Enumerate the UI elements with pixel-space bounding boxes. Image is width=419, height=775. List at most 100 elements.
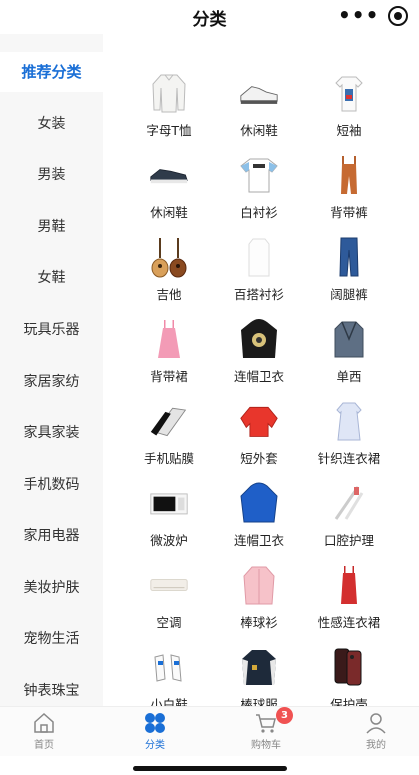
sidebar-item-mens-shoes[interactable]: 男鞋	[0, 207, 103, 247]
grid-item-label: 休闲鞋	[150, 205, 188, 220]
varsity-jacket-icon	[239, 644, 279, 690]
category-grid: 字母T恤 休闲鞋 短袖 休闲鞋 白衬衫 背带裤 吉他 百搭衬衫 阔腿裤 背带裙 …	[103, 34, 419, 706]
grid-item-label: 字母T恤	[146, 123, 192, 138]
sidebar-item-watches-jewelry[interactable]: 钟表珠宝	[0, 671, 103, 706]
tab-category[interactable]: 分类	[103, 707, 207, 757]
tab-mine-label: 我的	[366, 740, 386, 751]
grid-item[interactable]: 口腔护理	[297, 480, 401, 562]
sidebar-item-womens-clothing[interactable]: 女装	[0, 104, 103, 144]
grid-item-label: 连帽卫衣	[233, 369, 284, 384]
sidebar-item-home-textiles[interactable]: 家居家纺	[0, 362, 103, 402]
white-tshirt-icon	[239, 152, 279, 198]
tab-cart[interactable]: 3 购物车	[214, 707, 318, 757]
grid-item[interactable]: 针织连衣裙	[297, 398, 401, 480]
tab-home-label: 首页	[34, 740, 54, 751]
cart-badge: 3	[276, 707, 293, 724]
grid-item[interactable]: 空调	[117, 562, 221, 644]
grid-item-label: 吉他	[156, 287, 182, 302]
grid-item-label: 空调	[156, 615, 182, 630]
grid-item-label: 性感连衣裙	[317, 615, 381, 630]
white-blouse-icon	[239, 234, 279, 280]
white-sneaker-icon	[239, 70, 279, 116]
grid-item[interactable]: 白衬衫	[207, 152, 311, 234]
grid-item[interactable]: 棒球服	[207, 644, 311, 706]
sidebar-item-toys[interactable]: 玩具乐器	[0, 310, 103, 350]
red-dress-icon	[329, 562, 369, 608]
microwave-icon	[149, 480, 189, 526]
knit-dress-icon	[329, 398, 369, 444]
grid-item[interactable]: 手机贴膜	[117, 398, 221, 480]
grid-item[interactable]: 短外套	[207, 398, 311, 480]
sidebar-item-furniture[interactable]: 家具家装	[0, 413, 103, 453]
grid-item-label: 短外套	[240, 451, 278, 466]
grid-item-label: 短袖	[336, 123, 362, 138]
phone-case-icon	[329, 644, 369, 690]
grid-item[interactable]: 休闲鞋	[117, 152, 221, 234]
grid-item-label: 保护壳	[330, 697, 368, 706]
air-conditioner-icon	[149, 562, 189, 608]
blazer-icon	[329, 316, 369, 362]
pink-dress-icon	[149, 316, 189, 362]
sidebar-item-recommended[interactable]: 推荐分类	[0, 52, 103, 92]
dark-loafer-icon	[149, 152, 189, 198]
grid-item-label: 棒球衫	[240, 615, 278, 630]
sidebar-item-digital[interactable]: 手机数码	[0, 465, 103, 505]
grid-item[interactable]: 性感连衣裙	[297, 562, 401, 644]
grid-item[interactable]: 连帽卫衣	[207, 480, 311, 562]
jeans-icon	[329, 234, 369, 280]
home-indicator	[133, 766, 287, 771]
white-shoes-icon	[149, 644, 189, 690]
grid-item[interactable]: 休闲鞋	[207, 70, 311, 152]
grid-item[interactable]: 棒球衫	[207, 562, 311, 644]
grid-item[interactable]: 保护壳	[297, 644, 401, 706]
category-icon	[143, 711, 167, 735]
grid-item-label: 白衬衫	[240, 205, 278, 220]
grid-item[interactable]: 字母T恤	[117, 70, 221, 152]
bottom-tab-bar: 首页 分类 3 购物车 我的	[0, 706, 419, 756]
red-jacket-icon	[239, 398, 279, 444]
grid-item-label: 背带裤	[330, 205, 368, 220]
category-sidebar: 推荐分类 女装 男装 男鞋 女鞋 玩具乐器 家居家纺 家具家装 手机数码 家用电…	[0, 34, 103, 706]
grid-item-label: 棒球服	[240, 697, 278, 706]
overalls-icon	[329, 152, 369, 198]
grid-item[interactable]: 背带裤	[297, 152, 401, 234]
grid-item-label: 背带裙	[150, 369, 188, 384]
grid-item[interactable]: 单西	[297, 316, 401, 398]
grid-item-label: 百搭衬衫	[233, 287, 284, 302]
pink-coat-icon	[239, 562, 279, 608]
tab-mine[interactable]: 我的	[324, 707, 419, 757]
white-longsleeve-shirt-icon	[149, 70, 189, 116]
guitar-icon	[149, 234, 189, 280]
sidebar-item-mens-clothing[interactable]: 男装	[0, 155, 103, 195]
grid-item[interactable]: 连帽卫衣	[207, 316, 311, 398]
grid-item[interactable]: 微波炉	[117, 480, 221, 562]
sidebar-item-pets[interactable]: 宠物生活	[0, 619, 103, 659]
grid-item-label: 阔腿裤	[330, 287, 368, 302]
screen-protector-icon	[149, 398, 189, 444]
grid-item[interactable]: 百搭衬衫	[207, 234, 311, 316]
grid-item-label: 休闲鞋	[240, 123, 278, 138]
grid-item-label: 手机贴膜	[143, 451, 194, 466]
sidebar-item-womens-shoes[interactable]: 女鞋	[0, 258, 103, 298]
tab-home[interactable]: 首页	[0, 707, 96, 757]
sidebar-item-appliances[interactable]: 家用电器	[0, 516, 103, 556]
grid-item[interactable]: 吉他	[117, 234, 221, 316]
grid-item-label: 微波炉	[150, 533, 188, 548]
grid-item[interactable]: 小白鞋	[117, 644, 221, 706]
grid-item[interactable]: 阔腿裤	[297, 234, 401, 316]
toothbrush-icon	[329, 480, 369, 526]
grid-item-label: 小白鞋	[150, 697, 188, 706]
capsule-close-icon[interactable]	[388, 6, 408, 26]
grid-item[interactable]: 短袖	[297, 70, 401, 152]
blue-hoodie-icon	[239, 480, 279, 526]
home-icon	[32, 711, 56, 735]
grid-item[interactable]: 背带裙	[117, 316, 221, 398]
tab-cart-label: 购物车	[251, 740, 281, 751]
printed-tshirt-icon	[329, 70, 369, 116]
grid-item-label: 口腔护理	[323, 533, 374, 548]
top-bar: 分类 •••	[0, 0, 419, 34]
more-icon[interactable]: •••	[338, 5, 379, 25]
cart-icon	[254, 711, 278, 735]
sidebar-item-beauty[interactable]: 美妆护肤	[0, 568, 103, 608]
grid-item-label: 连帽卫衣	[233, 533, 284, 548]
